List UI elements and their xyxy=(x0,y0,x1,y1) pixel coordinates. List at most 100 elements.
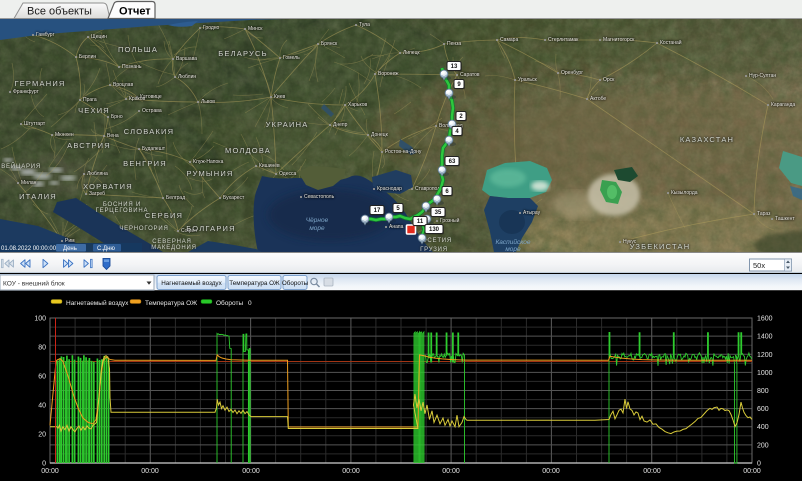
svg-text:УКРАИНА: УКРАИНА xyxy=(266,120,309,129)
svg-text:00:00: 00:00 xyxy=(41,468,59,475)
svg-text:Днепр: Днепр xyxy=(333,122,348,128)
svg-text:17: 17 xyxy=(374,208,381,214)
svg-text:400: 400 xyxy=(757,424,769,431)
svg-text:Вроцлав: Вроцлав xyxy=(113,82,133,88)
svg-text:00:00: 00:00 xyxy=(342,468,360,475)
svg-text:ЧЕРНОГОРИЯ: ЧЕРНОГОРИЯ xyxy=(119,226,168,232)
svg-text:Будапешт: Будапешт xyxy=(142,146,166,152)
svg-text:Чёрное: Чёрное xyxy=(306,217,329,224)
svg-text:Ростов-на-Дону: Ростов-на-Дону xyxy=(385,149,422,155)
svg-text:БОЛГАРИЯ: БОЛГАРИЯ xyxy=(186,224,235,233)
svg-text:Донецк: Донецк xyxy=(371,132,389,138)
svg-text:РУМЫНИЯ: РУМЫНИЯ xyxy=(186,169,233,178)
svg-text:130: 130 xyxy=(429,227,440,233)
svg-text:Оренбург: Оренбург xyxy=(561,70,583,76)
svg-text:Температура ОЖ: Температура ОЖ xyxy=(145,300,197,307)
svg-text:Белград: Белград xyxy=(166,195,185,201)
svg-text:Кызылорда: Кызылорда xyxy=(671,190,698,196)
svg-text:Нур-Султан: Нур-Султан xyxy=(749,73,776,79)
svg-text:Обороты: Обороты xyxy=(216,299,243,307)
svg-text:0: 0 xyxy=(248,300,252,307)
svg-text:Воронеж: Воронеж xyxy=(378,71,399,77)
svg-text:Харьков: Харьков xyxy=(348,102,368,108)
svg-text:40: 40 xyxy=(38,403,46,410)
svg-text:Познань: Познань xyxy=(122,64,142,70)
svg-text:Магнитогорск: Магнитогорск xyxy=(603,37,635,43)
svg-text:Нагнетаемый воздух: Нагнетаемый воздух xyxy=(66,299,129,307)
svg-text:63: 63 xyxy=(449,159,456,165)
svg-text:море: море xyxy=(309,225,325,232)
svg-text:МАКЕДОНИЯ: МАКЕДОНИЯ xyxy=(151,245,196,251)
svg-text:0: 0 xyxy=(757,461,761,468)
svg-text:00:00: 00:00 xyxy=(242,468,260,475)
svg-text:Саратов: Саратов xyxy=(460,72,480,78)
svg-text:Обороты: Обороты xyxy=(282,279,309,287)
svg-text:80: 80 xyxy=(38,345,46,352)
svg-text:Тараз: Тараз xyxy=(757,211,771,217)
svg-text:Гамбург: Гамбург xyxy=(36,32,55,38)
svg-text:Кишинёв: Кишинёв xyxy=(259,163,280,169)
svg-text:600: 600 xyxy=(757,406,769,413)
svg-text:00:00: 00:00 xyxy=(542,468,560,475)
svg-text:Киев: Киев xyxy=(274,94,285,100)
svg-text:1000: 1000 xyxy=(757,370,773,377)
svg-text:Актобе: Актобе xyxy=(590,96,606,102)
svg-text:ИТАЛИЯ: ИТАЛИЯ xyxy=(19,192,57,201)
svg-text:АВСТРИЯ: АВСТРИЯ xyxy=(67,141,111,150)
svg-text:СЛОВАКИЯ: СЛОВАКИЯ xyxy=(124,127,174,136)
svg-text:Клуж-Напока: Клуж-Напока xyxy=(193,159,224,165)
svg-text:13: 13 xyxy=(451,64,458,70)
svg-text:Одесса: Одесса xyxy=(279,171,296,177)
svg-text:Гомель: Гомель xyxy=(283,55,300,61)
svg-text:50x: 50x xyxy=(753,261,765,270)
svg-text:Прага: Прага xyxy=(83,97,97,103)
svg-text:200: 200 xyxy=(757,442,769,449)
svg-text:СЕРБИЯ: СЕРБИЯ xyxy=(145,211,183,220)
svg-text:Щецин: Щецин xyxy=(91,34,107,40)
svg-text:Вена: Вена xyxy=(107,133,119,139)
svg-text:Грозный: Грозный xyxy=(440,217,460,224)
svg-text:МОЛДОВА: МОЛДОВА xyxy=(225,146,271,155)
svg-text:Любляна: Любляна xyxy=(87,171,108,177)
svg-text:11: 11 xyxy=(417,219,424,225)
svg-text:ГЕРЦЕГОВИНА: ГЕРЦЕГОВИНА xyxy=(96,208,149,214)
svg-text:Берлин: Берлин xyxy=(79,54,96,60)
svg-text:БЕЛАРУСЬ: БЕЛАРУСЬ xyxy=(218,49,267,58)
svg-text:Бухарест: Бухарест xyxy=(223,195,245,201)
svg-text:Люблин: Люблин xyxy=(178,74,196,80)
svg-text:ХОРВАТИЯ: ХОРВАТИЯ xyxy=(83,182,133,191)
svg-text:ЧЕХИЯ: ЧЕХИЯ xyxy=(78,106,110,115)
svg-text:Отчет: Отчет xyxy=(119,6,151,18)
svg-text:Стерлитамак: Стерлитамак xyxy=(548,37,579,43)
svg-text:Тула: Тула xyxy=(359,22,370,28)
svg-text:Севастополь: Севастополь xyxy=(304,194,335,200)
svg-text:00:00: 00:00 xyxy=(643,468,661,475)
svg-text:35: 35 xyxy=(435,210,442,216)
svg-text:Уральск: Уральск xyxy=(518,77,538,83)
svg-text:Милан: Милан xyxy=(21,180,37,186)
svg-text:00:00: 00:00 xyxy=(743,468,761,475)
svg-text:Краков: Краков xyxy=(129,96,145,102)
svg-text:ПОЛЬША: ПОЛЬША xyxy=(118,45,158,54)
svg-text:Липецк: Липецк xyxy=(403,50,420,56)
svg-text:Ташкент: Ташкент xyxy=(775,216,795,222)
svg-text:00:00: 00:00 xyxy=(141,468,159,475)
svg-text:Острава: Острава xyxy=(142,108,162,114)
svg-text:1200: 1200 xyxy=(757,352,773,359)
svg-text:УЗБЕКИСТАН: УЗБЕКИСТАН xyxy=(630,242,691,251)
svg-text:ГЕРМАНИЯ: ГЕРМАНИЯ xyxy=(14,79,65,88)
svg-text:Костанай: Костанай xyxy=(660,39,682,46)
svg-text:Караганда: Караганда xyxy=(771,102,795,108)
svg-text:1600: 1600 xyxy=(757,316,773,323)
svg-text:Брно: Брно xyxy=(111,114,123,120)
svg-text:100: 100 xyxy=(34,316,46,323)
svg-text:КАЗАХСТАН: КАЗАХСТАН xyxy=(680,135,734,144)
svg-text:Варшава: Варшава xyxy=(176,56,197,62)
svg-text:20: 20 xyxy=(38,432,46,439)
svg-text:0: 0 xyxy=(42,461,46,468)
svg-text:Минск: Минск xyxy=(248,26,263,32)
svg-text:ВЕНГРИЯ: ВЕНГРИЯ xyxy=(123,159,167,168)
svg-text:Самара: Самара xyxy=(500,37,518,43)
svg-text:60: 60 xyxy=(38,374,46,381)
svg-text:ШВЕЙЦАРИЯ: ШВЕЙЦАРИЯ xyxy=(0,162,41,170)
